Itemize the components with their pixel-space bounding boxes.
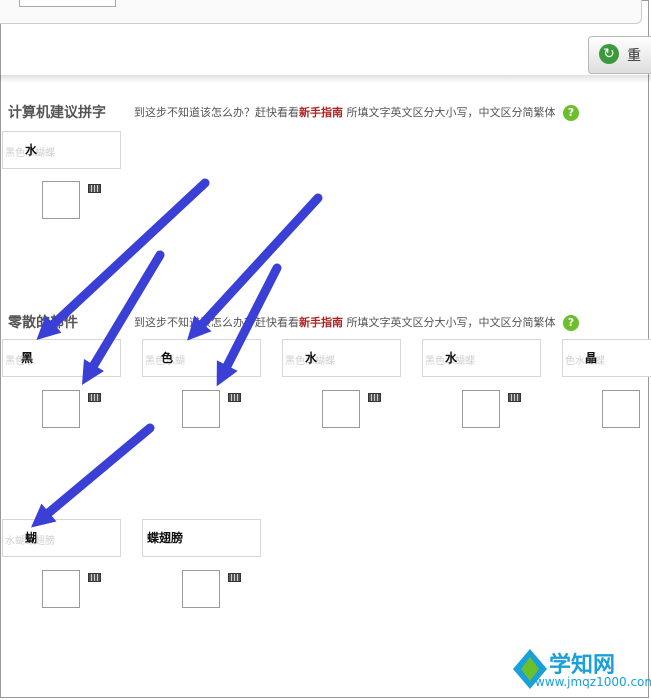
arrow [31, 423, 155, 528]
annotation-arrows [31, 178, 323, 528]
arrow [81, 250, 165, 386]
arrow [216, 263, 282, 387]
watermark-url: www.jmqz1000.com [535, 675, 651, 689]
site-watermark: 学知网 www.jmqz1000.com [505, 645, 651, 695]
